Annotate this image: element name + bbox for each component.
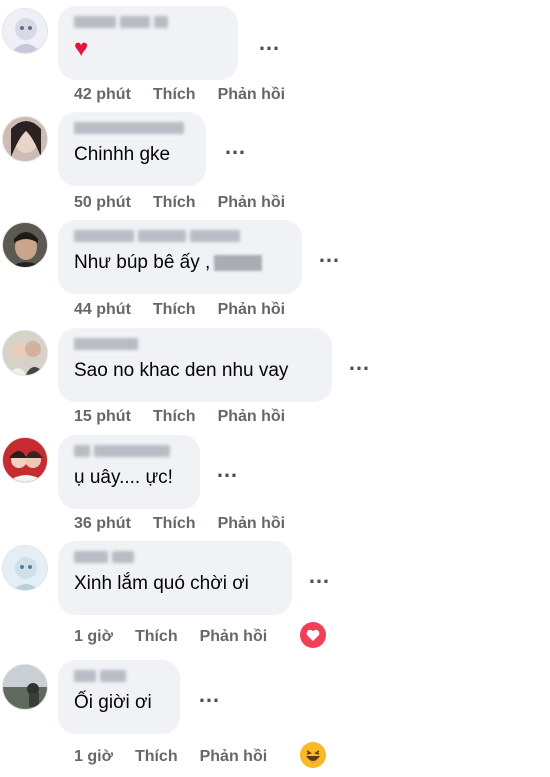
- laughing-face-icon: [306, 750, 320, 763]
- reply-button[interactable]: Phản hồi: [218, 515, 286, 533]
- commenter-name[interactable]: [74, 550, 276, 564]
- commenter-name[interactable]: [74, 15, 222, 29]
- comment-bubble: Như búp bê ấy ,: [58, 220, 302, 294]
- reply-button[interactable]: Phản hồi: [200, 628, 268, 646]
- more-options-button[interactable]: …: [258, 32, 281, 54]
- comment-time[interactable]: 36 phút: [74, 515, 131, 533]
- comment-bubble: Ối giời ơi: [58, 660, 180, 734]
- like-button[interactable]: Thích: [153, 515, 196, 533]
- commenter-name[interactable]: [74, 669, 164, 683]
- comment-bubble: Sao no khac den nhu vay: [58, 328, 332, 402]
- avatar-photo-icon: [3, 665, 47, 709]
- comment-text: Như búp bê ấy ,: [74, 251, 286, 275]
- comment-text: Chinhh gke: [74, 144, 171, 165]
- heart-icon: [306, 629, 320, 641]
- haha-reaction-icon[interactable]: [300, 742, 326, 768]
- avatar-illustration-icon: [10, 18, 42, 53]
- like-button[interactable]: Thích: [135, 748, 178, 766]
- commenter-name[interactable]: [74, 229, 286, 243]
- comment-actions: 42 phút Thích Phản hồi: [74, 86, 285, 104]
- comment-time[interactable]: 44 phút: [74, 301, 131, 319]
- like-button[interactable]: Thích: [153, 86, 196, 104]
- reply-button[interactable]: Phản hồi: [218, 301, 286, 319]
- comment-text: Xinh lắm quó chời ơi: [74, 573, 249, 594]
- comment-time[interactable]: 42 phút: [74, 86, 131, 104]
- comment-actions: 36 phút Thích Phản hồi: [74, 515, 285, 533]
- like-button[interactable]: Thích: [153, 408, 196, 426]
- more-options-button[interactable]: …: [224, 136, 247, 158]
- avatar[interactable]: [2, 8, 48, 54]
- reply-button[interactable]: Phản hồi: [200, 748, 268, 766]
- avatar[interactable]: [2, 664, 48, 710]
- more-options-button[interactable]: …: [216, 459, 239, 481]
- avatar-photo-icon: [3, 331, 47, 375]
- comment-actions: 1 giờ Thích Phản hồi: [74, 748, 267, 766]
- comment-bubble: Chinhh gke: [58, 112, 206, 186]
- avatar-illustration-icon: [3, 546, 47, 590]
- comment-actions: 15 phút Thích Phản hồi: [74, 408, 285, 426]
- commenter-name[interactable]: [74, 121, 190, 135]
- avatar[interactable]: [2, 437, 48, 483]
- comment-text: ụ uây.... ực!: [74, 467, 173, 488]
- avatar[interactable]: [2, 545, 48, 591]
- reply-button[interactable]: Phản hồi: [218, 194, 286, 212]
- avatar[interactable]: [2, 330, 48, 376]
- like-button[interactable]: Thích: [153, 301, 196, 319]
- love-reaction-icon[interactable]: [300, 622, 326, 648]
- comment-bubble: ♥: [58, 6, 238, 80]
- comment-text: ♥: [74, 35, 89, 62]
- comment-text: Sao no khac den nhu vay: [74, 360, 289, 381]
- avatar[interactable]: [2, 116, 48, 162]
- avatar-photo-icon: [3, 117, 47, 161]
- comment-time[interactable]: 1 giờ: [74, 628, 113, 646]
- comment-time[interactable]: 50 phút: [74, 194, 131, 212]
- more-options-button[interactable]: …: [318, 244, 341, 266]
- redacted-text: [214, 254, 263, 271]
- comment-bubble: ụ uây.... ực!: [58, 435, 200, 509]
- avatar[interactable]: [2, 222, 48, 268]
- like-button[interactable]: Thích: [135, 628, 178, 646]
- comment-actions: 1 giờ Thích Phản hồi: [74, 628, 267, 646]
- avatar-photo-icon: [3, 438, 47, 482]
- comment-time[interactable]: 15 phút: [74, 408, 131, 426]
- avatar-photo-icon: [3, 223, 47, 267]
- more-options-button[interactable]: …: [308, 565, 331, 587]
- comment-text: Ối giời ơi: [74, 692, 152, 713]
- comment-actions: 50 phút Thích Phản hồi: [74, 194, 285, 212]
- comment-time[interactable]: 1 giờ: [74, 748, 113, 766]
- reply-button[interactable]: Phản hồi: [218, 86, 286, 104]
- like-button[interactable]: Thích: [153, 194, 196, 212]
- more-options-button[interactable]: …: [198, 684, 221, 706]
- more-options-button[interactable]: …: [348, 352, 371, 374]
- commenter-name[interactable]: [74, 337, 316, 351]
- reply-button[interactable]: Phản hồi: [218, 408, 286, 426]
- comment-bubble: Xinh lắm quó chời ơi: [58, 541, 292, 615]
- commenter-name[interactable]: [74, 444, 184, 458]
- comment-actions: 44 phút Thích Phản hồi: [74, 301, 285, 319]
